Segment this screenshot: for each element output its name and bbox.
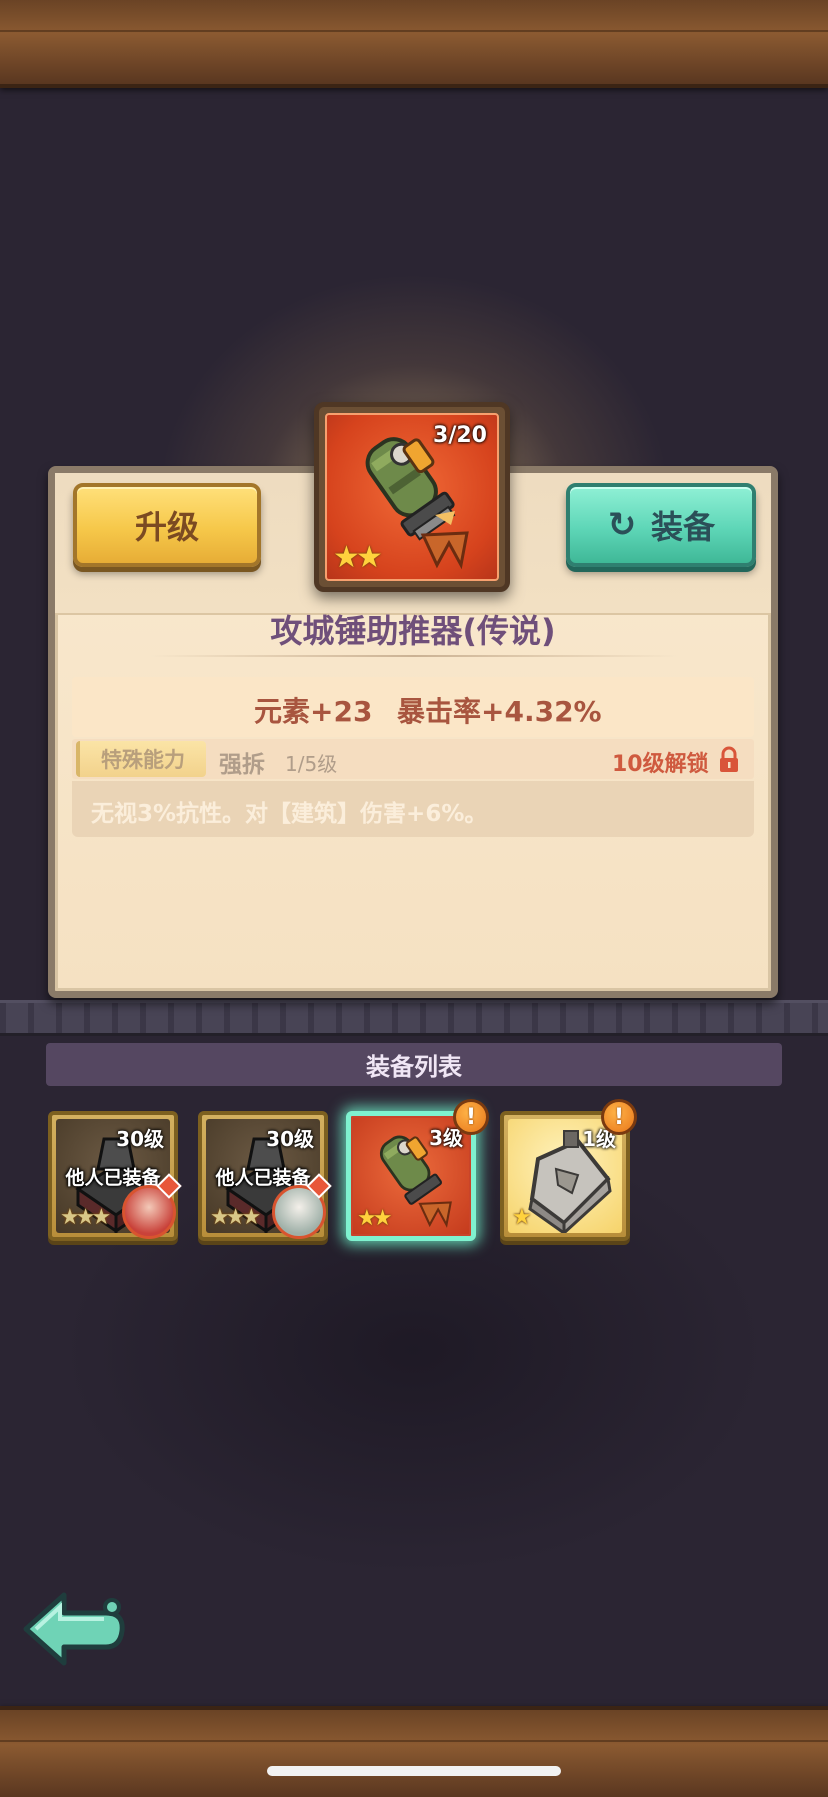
item-portrait: 3/20 ★ ★ xyxy=(314,402,510,592)
slot-level: 30级 xyxy=(266,1127,314,1151)
upgrade-button-label: 升级 xyxy=(134,508,199,546)
star-icon: ★ xyxy=(355,540,383,575)
lock-icon xyxy=(720,746,738,772)
slot-stars: ★ ★ ★ xyxy=(210,1207,261,1229)
home-indicator[interactable] xyxy=(267,1766,561,1776)
equip-button[interactable]: ↻ 装备 xyxy=(566,483,756,567)
back-arrow-icon[interactable] xyxy=(20,1585,128,1671)
star-icon: ★ xyxy=(512,1205,532,1230)
ability-unlock-text: 10级解锁 xyxy=(612,752,709,777)
slot-stars: ★ ★ xyxy=(357,1208,392,1230)
item-stars: ★ ★ xyxy=(333,543,383,573)
equipment-slot-3[interactable]: 3级 ★ ★ xyxy=(346,1111,476,1241)
ability-tag: 特殊能力 xyxy=(76,741,206,777)
stat-element: 元素+23 xyxy=(254,690,372,730)
item-title: 攻城锤助推器(传说) xyxy=(270,612,556,650)
bottom-wood-frame xyxy=(0,1706,828,1797)
item-count: 3/20 xyxy=(433,423,487,448)
ability-level: 1/5级 xyxy=(285,752,338,776)
stat-element-value: +23 xyxy=(310,695,373,728)
stat-element-label: 元素 xyxy=(254,695,311,728)
equip-button-label: 装备 xyxy=(650,508,715,546)
upgrade-button[interactable]: 升级 xyxy=(73,483,261,567)
star-icon: ★ xyxy=(241,1205,262,1230)
star-icon: ★ xyxy=(372,1206,393,1231)
slot-background: 3级 ★ ★ xyxy=(353,1118,469,1234)
slot-level: 30级 xyxy=(116,1127,164,1151)
slot-stars: ★ xyxy=(512,1207,532,1229)
item-portrait-background: 3/20 ★ ★ xyxy=(325,413,499,581)
equipment-list-title: 装备列表 xyxy=(366,1053,462,1081)
slot-stars: ★ ★ ★ xyxy=(60,1207,111,1229)
refresh-icon: ↻ xyxy=(607,505,637,545)
star-icon: ★ xyxy=(91,1205,112,1230)
metal-rail xyxy=(0,1000,828,1036)
ability-name: 强拆 xyxy=(219,752,265,778)
alert-icon: ! xyxy=(453,1099,489,1135)
equipment-list-header: 装备列表 xyxy=(46,1043,782,1086)
title-divider xyxy=(150,655,678,657)
stat-crit-value: +4.32% xyxy=(481,695,602,728)
equipment-slot-2[interactable]: 30级 他人已装备 ★ ★ ★ xyxy=(198,1111,332,1241)
top-wood-frame xyxy=(0,0,828,88)
equipment-slot-1[interactable]: 30级 他人已装备 ★ ★ ★ xyxy=(48,1111,182,1241)
stat-crit: 暴击率+4.32% xyxy=(397,690,602,730)
alert-icon: ! xyxy=(601,1099,637,1135)
stat-crit-label: 暴击率 xyxy=(397,695,482,728)
ability-description: 无视3%抗性。对【建筑】伤害+6%。 xyxy=(91,801,488,827)
slot-background: 1级 ★ xyxy=(508,1119,622,1233)
